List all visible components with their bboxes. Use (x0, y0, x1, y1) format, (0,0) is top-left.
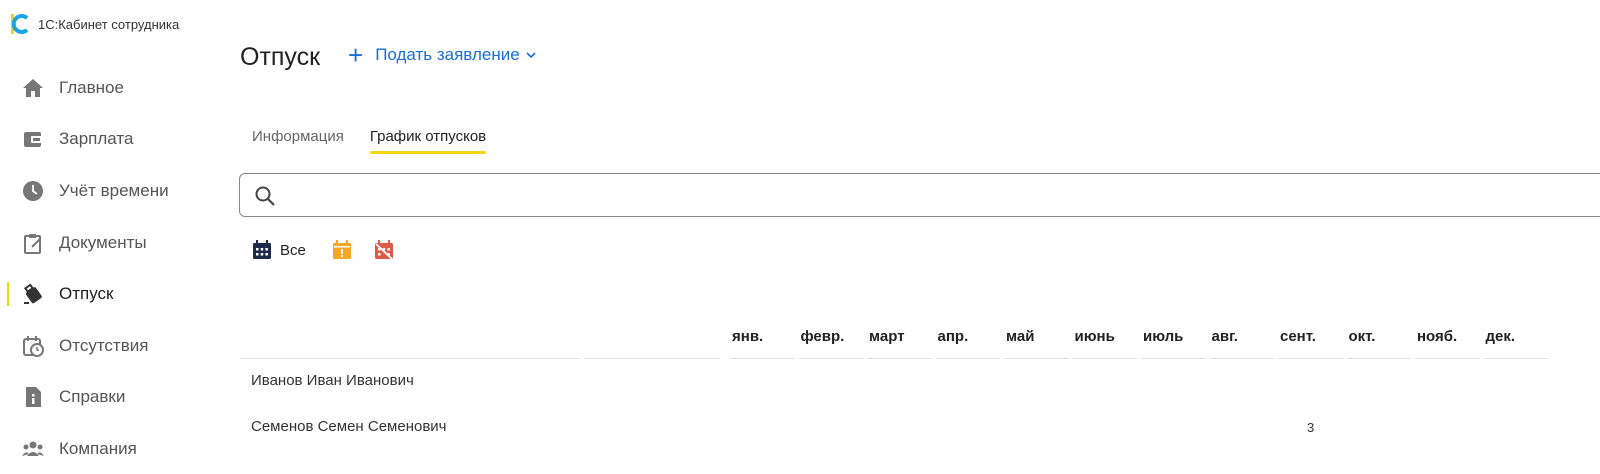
submit-application-button[interactable]: + Подать заявление (348, 40, 536, 70)
sidebar-item-vacation[interactable]: Отпуск (0, 268, 220, 320)
tab-information[interactable]: Информация (252, 128, 344, 154)
sidebar-item-label: Главное (59, 77, 124, 97)
sidebar-item-main[interactable]: Главное (0, 62, 220, 114)
header-divider (1415, 358, 1480, 359)
month-header: нояб. (1417, 328, 1458, 345)
month-header: авг. (1211, 328, 1238, 345)
sidebar-item-time-tracking[interactable]: Учёт времени (0, 165, 220, 217)
calendar-icon (253, 240, 271, 259)
header-divider (240, 358, 580, 359)
filter-cancelled[interactable] (374, 240, 394, 260)
sidebar-item-company[interactable]: Компания (0, 423, 220, 474)
header-divider (1209, 358, 1274, 359)
filter-all-label: Все (280, 241, 306, 259)
clock-icon (22, 180, 44, 202)
sidebar-item-label: Справки (59, 387, 126, 407)
logo-1c-icon (10, 12, 32, 36)
calendar-cancelled-icon (374, 240, 393, 260)
header-divider (798, 358, 863, 359)
month-header: сент. (1280, 328, 1316, 345)
month-header: февр. (800, 328, 845, 345)
plus-icon: + (348, 40, 364, 70)
search-input[interactable] (286, 180, 1486, 210)
schedule-cell: 3 (1307, 420, 1315, 435)
filter-bar: Все (252, 240, 416, 260)
sidebar-item-label: Документы (59, 232, 147, 252)
month-header: окт. (1348, 328, 1376, 345)
sidebar-item-label: Учёт времени (59, 180, 169, 200)
sidebar-item-salary[interactable]: Зарплата (0, 114, 220, 166)
employee-name: Иванов Иван Иванович (251, 372, 414, 389)
sidebar-item-label: Отсутствия (59, 335, 149, 355)
month-header: май (1006, 328, 1035, 345)
wallet-icon (22, 128, 44, 150)
app-title: 1С:Кабинет сотрудника (38, 16, 180, 32)
sidebar-item-label: Зарплата (59, 129, 134, 149)
month-header: янв. (732, 328, 764, 345)
employee-name: Семенов Семен Семенович (251, 418, 447, 435)
header-divider (1141, 358, 1206, 359)
calendar-planned-icon (332, 240, 351, 259)
sidebar-item-label: Компания (59, 438, 137, 458)
home-icon (22, 77, 44, 99)
header-divider (1483, 358, 1548, 359)
month-header: апр. (937, 328, 969, 345)
chevron-down-icon (526, 52, 536, 59)
sidebar-nav: Главное Зарплата Учёт времени Документы … (0, 62, 220, 474)
header-divider (867, 358, 932, 359)
tab-vacation-schedule[interactable]: График отпусков (369, 128, 487, 154)
document-info-icon (22, 386, 44, 408)
filter-planned[interactable] (332, 240, 352, 260)
search-icon (255, 186, 275, 206)
header-divider (730, 358, 795, 359)
month-header: дек. (1485, 328, 1516, 345)
calendar-clock-icon (22, 335, 44, 357)
sidebar-item-label: Отпуск (59, 284, 114, 304)
header-divider (1346, 358, 1411, 359)
submit-application-label: Подать заявление (375, 45, 520, 64)
people-icon (22, 438, 44, 460)
search-box (239, 173, 1600, 217)
clipboard-icon (22, 232, 44, 254)
page-title: Отпуск (240, 43, 321, 71)
header-divider (1004, 358, 1069, 359)
tab-bar: Информация График отпусков (252, 128, 512, 154)
header-divider (584, 358, 720, 359)
filter-all[interactable]: Все (252, 240, 306, 260)
month-header: март (869, 328, 905, 345)
header-divider (935, 358, 1000, 359)
sidebar-item-documents[interactable]: Документы (0, 217, 220, 269)
sidebar-item-absences[interactable]: Отсутствия (0, 320, 220, 372)
suitcase-icon (22, 283, 44, 305)
header-divider (1278, 358, 1343, 359)
month-header: июль (1143, 328, 1184, 345)
month-header: июнь (1074, 328, 1115, 345)
header-divider (1072, 358, 1137, 359)
app-logo[interactable]: 1С:Кабинет сотрудника (10, 12, 179, 36)
sidebar-item-certificates[interactable]: Справки (0, 372, 220, 424)
schedule-header: янв. февр. март апр. май июнь июль авг. сент. окт… (240, 325, 1600, 360)
